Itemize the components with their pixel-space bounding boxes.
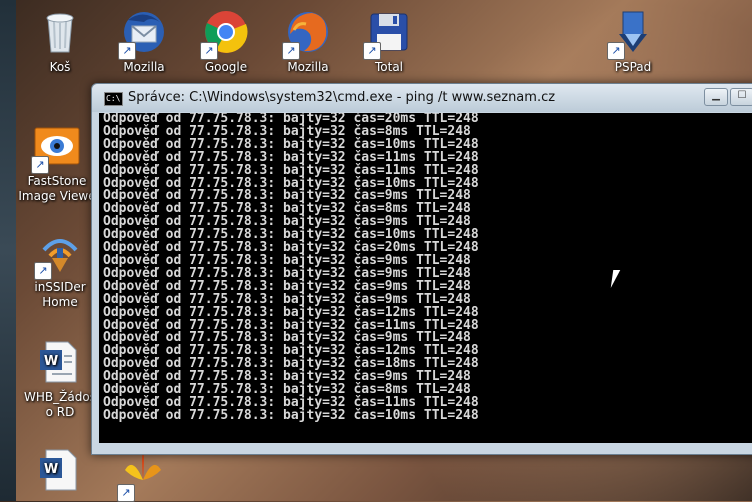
desktop-icon-label: Mozilla xyxy=(123,60,165,74)
desktop-icon-inssider[interactable]: ↗ inSSIDer Home xyxy=(21,228,99,310)
minimize-button[interactable]: ▁ xyxy=(704,88,728,106)
svg-text:W: W xyxy=(44,354,58,369)
faststone-icon: ↗ xyxy=(31,122,81,174)
word-doc-icon: W xyxy=(36,446,84,494)
cmd-app-icon: C:\ xyxy=(104,92,123,106)
desktop-icon-label: FastStone Image Viewe xyxy=(18,174,96,203)
wifi-icon: ↗ xyxy=(34,228,84,280)
desktop-icon-total[interactable]: ↗ Total xyxy=(350,8,428,75)
desktop-icon-firefox[interactable]: ↗ Mozilla xyxy=(269,8,347,75)
desktop-icon-label: Google xyxy=(204,60,248,74)
floppy-disk-icon: ↗ xyxy=(363,8,413,60)
window-title: Správce: C:\Windows\system32\cmd.exe - p… xyxy=(128,90,556,105)
desktop-icon-label: PSPad xyxy=(614,60,652,74)
desktop-icon-label: inSSIDer Home xyxy=(34,280,86,309)
shortcut-arrow-icon: ↗ xyxy=(282,42,300,60)
shortcut-arrow-icon: ↗ xyxy=(31,156,49,174)
shortcut-arrow-icon: ↗ xyxy=(200,42,218,60)
shortcut-arrow-icon: ↗ xyxy=(117,484,135,502)
desktop-icon-label: Koš xyxy=(49,60,71,74)
recycle-bin-icon xyxy=(36,8,84,56)
desktop-icon-faststone[interactable]: ↗ FastStone Image Viewe xyxy=(18,122,96,204)
desktop-icon-label: Mozilla xyxy=(287,60,329,74)
desktop-icon-flower-app[interactable]: ↗ xyxy=(104,450,182,502)
cmd-window[interactable]: C:\ Správce: C:\Windows\system32\cmd.exe… xyxy=(91,83,752,455)
taskbar-edge xyxy=(0,0,16,501)
desktop-icon-whb-document[interactable]: W WHB_Žádos o RD xyxy=(21,338,99,420)
word-doc-icon: W xyxy=(36,338,84,386)
desktop-icon-label: WHB_Žádos o RD xyxy=(24,390,96,419)
desktop-icon-thunderbird[interactable]: ↗ Mozilla xyxy=(105,8,183,75)
mouse-cursor-icon xyxy=(610,270,626,288)
window-titlebar[interactable]: C:\ Správce: C:\Windows\system32\cmd.exe… xyxy=(92,84,752,112)
shortcut-arrow-icon: ↗ xyxy=(607,42,625,60)
pspad-icon: ↗ xyxy=(607,8,657,60)
desktop-icon-recycle-bin[interactable]: Koš xyxy=(21,8,99,75)
console-line: Odpověď od 77.75.78.3: bajty=32 čas=10ms… xyxy=(103,407,479,423)
flower-app-icon: ↗ xyxy=(117,450,167,502)
thunderbird-icon: ↗ xyxy=(118,8,168,60)
shortcut-arrow-icon: ↗ xyxy=(118,42,136,60)
firefox-icon: ↗ xyxy=(282,8,332,60)
desktop-icon-label: Total xyxy=(374,60,404,74)
shortcut-arrow-icon: ↗ xyxy=(363,42,381,60)
desktop-icon-pspad[interactable]: ↗ PSPad xyxy=(594,8,672,75)
maximize-button[interactable]: ☐ xyxy=(730,88,752,106)
svg-text:W: W xyxy=(44,462,58,477)
chrome-icon: ↗ xyxy=(200,8,250,60)
desktop-icon-chrome[interactable]: ↗ Google xyxy=(187,8,265,75)
desktop-icon-word-document[interactable]: W xyxy=(21,446,99,498)
console-output[interactable]: Odpověď od 77.75.78.3: bajty=32 čas=20ms… xyxy=(99,113,752,443)
shortcut-arrow-icon: ↗ xyxy=(34,262,52,280)
